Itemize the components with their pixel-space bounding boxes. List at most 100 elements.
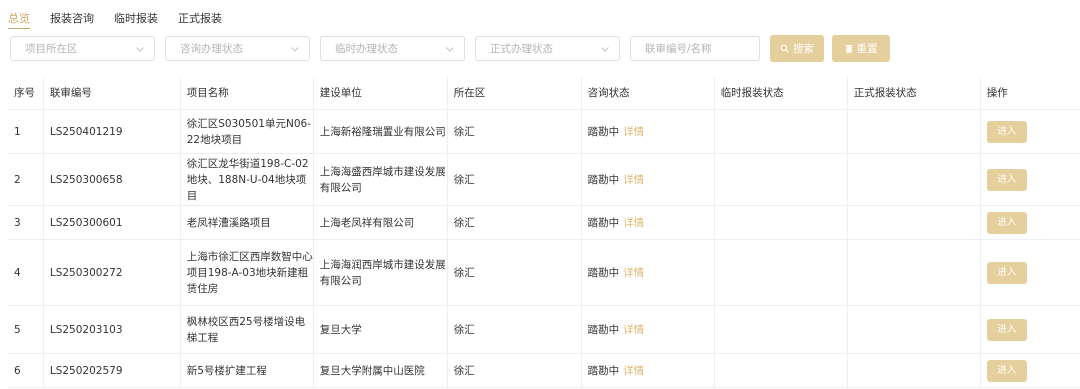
table-row: 4 LS250300272 上海市徐汇区西岸数智中心项目198-A-03地块新建… <box>8 240 1080 306</box>
row-no: 2 <box>14 173 21 186</box>
row-action: 进入 <box>979 240 1080 305</box>
temp-status-placeholder: 临时办理状态 <box>335 43 398 55</box>
header-formal-status: 正式报装状态 <box>846 77 980 109</box>
row-unit: 上海海润西岸城市建设发展有限公司 <box>312 240 447 305</box>
header-temp-status: 临时报装状态 <box>713 77 847 109</box>
header-unit: 建设单位 <box>312 77 447 109</box>
row-formal-status <box>846 154 980 205</box>
row-no: 1 <box>14 125 21 138</box>
row-formal-status <box>846 240 980 305</box>
row-code: LS250401219 <box>42 110 180 153</box>
chevron-down-icon <box>136 47 144 52</box>
row-consult-status: 踏勘中 详情 <box>580 154 714 205</box>
detail-link[interactable]: 详情 <box>623 322 644 338</box>
row-project-name: 枫林校区西25号楼增设电梯工程 <box>179 306 313 353</box>
row-formal-status <box>846 110 980 153</box>
enter-button[interactable]: 进入 <box>986 120 1027 143</box>
row-temp-status <box>713 240 847 305</box>
reset-button[interactable]: 重置 <box>832 35 890 62</box>
header-district: 所在区 <box>446 77 581 109</box>
tab-formal[interactable]: 正式报装 <box>178 12 222 29</box>
row-consult-status: 踏勘中 详情 <box>580 306 714 353</box>
temp-status-select[interactable]: 临时办理状态 <box>320 36 465 61</box>
table-row: 6 LS250202579 新5号楼扩建工程 复旦大学附属中山医院 徐汇 踏勘中… <box>8 354 1080 388</box>
row-district: 徐汇 <box>446 154 581 205</box>
row-consult-status: 踏勘中 详情 <box>580 110 714 153</box>
table-row: 5 LS250203103 枫林校区西25号楼增设电梯工程 复旦大学 徐汇 踏勘… <box>8 306 1080 354</box>
detail-link[interactable]: 详情 <box>623 124 644 140</box>
enter-button[interactable]: 进入 <box>986 261 1027 284</box>
search-input[interactable]: 联审编号/名称 <box>630 36 760 61</box>
row-district: 徐汇 <box>446 240 581 305</box>
detail-link[interactable]: 详情 <box>623 363 644 379</box>
chevron-down-icon <box>291 47 299 52</box>
row-temp-status <box>713 206 847 239</box>
row-no: 3 <box>14 216 21 229</box>
consult-status-text: 踏勘中 <box>587 323 620 336</box>
row-consult-status: 踏勘中 详情 <box>580 240 714 305</box>
row-no: 4 <box>14 266 21 279</box>
formal-status-select[interactable]: 正式办理状态 <box>475 36 620 61</box>
table-row: 2 LS250300658 徐汇区龙华街道198-C-02地块、188N-U-0… <box>8 154 1080 206</box>
search-input-placeholder: 联审编号/名称 <box>645 43 712 55</box>
detail-link[interactable]: 详情 <box>623 172 644 188</box>
search-button[interactable]: 搜索 <box>770 35 824 62</box>
consult-status-placeholder: 咨询办理状态 <box>180 43 243 55</box>
enter-button[interactable]: 进入 <box>986 318 1027 341</box>
district-select[interactable]: 项目所在区 <box>10 36 155 61</box>
chevron-down-icon <box>446 47 454 52</box>
table-header: 序号 联审编号 项目名称 建设单位 所在区 咨询状态 临时报装状态 正式报装状态… <box>8 77 1080 110</box>
row-temp-status <box>713 354 847 387</box>
tab-consult[interactable]: 报装咨询 <box>50 12 94 29</box>
enter-button[interactable]: 进入 <box>986 359 1027 382</box>
enter-button[interactable]: 进入 <box>986 168 1027 191</box>
detail-link[interactable]: 详情 <box>623 265 644 281</box>
row-project-name: 徐汇区龙华街道198-C-02地块、188N-U-04地块项目 <box>179 154 313 205</box>
row-code: LS250300272 <box>42 240 180 305</box>
row-project-name: 上海市徐汇区西岸数智中心项目198-A-03地块新建租赁住房 <box>179 240 313 305</box>
row-project-name: 新5号楼扩建工程 <box>179 354 313 387</box>
row-code: LS250203103 <box>42 306 180 353</box>
row-temp-status <box>713 110 847 153</box>
search-icon <box>780 44 789 53</box>
detail-link[interactable]: 详情 <box>623 215 644 231</box>
header-action: 操作 <box>979 77 1080 109</box>
reset-button-label: 重置 <box>856 43 878 55</box>
row-formal-status <box>846 206 980 239</box>
filter-bar: 项目所在区 咨询办理状态 临时办理状态 正式办理状态 联审编号/名称 搜索 重置 <box>10 35 890 62</box>
row-action: 进入 <box>979 154 1080 205</box>
consult-status-text: 踏勘中 <box>587 364 620 377</box>
row-action: 进入 <box>979 306 1080 353</box>
row-action: 进入 <box>979 206 1080 239</box>
header-name: 项目名称 <box>179 77 313 109</box>
row-district: 徐汇 <box>446 306 581 353</box>
row-no: 6 <box>14 364 21 377</box>
consult-status-select[interactable]: 咨询办理状态 <box>165 36 310 61</box>
row-district: 徐汇 <box>446 110 581 153</box>
table-row: 3 LS250300601 老凤祥漕溪路项目 上海老凤祥有限公司 徐汇 踏勘中 … <box>8 206 1080 240</box>
table-row: 1 LS250401219 徐汇区S030501单元N06-22地块项目 上海新… <box>8 110 1080 154</box>
consult-status-text: 踏勘中 <box>587 266 620 279</box>
project-table: 序号 联审编号 项目名称 建设单位 所在区 咨询状态 临时报装状态 正式报装状态… <box>8 77 1080 388</box>
row-formal-status <box>846 354 980 387</box>
row-consult-status: 踏勘中 详情 <box>580 206 714 239</box>
tab-bar: 总览 报装咨询 临时报装 正式报装 <box>8 12 242 29</box>
tab-overview[interactable]: 总览 <box>8 12 30 29</box>
row-code: LS250202579 <box>42 354 180 387</box>
row-district: 徐汇 <box>446 206 581 239</box>
row-project-name: 徐汇区S030501单元N06-22地块项目 <box>179 110 313 153</box>
row-action: 进入 <box>979 354 1080 387</box>
row-action: 进入 <box>979 110 1080 153</box>
district-select-placeholder: 项目所在区 <box>25 43 78 55</box>
row-formal-status <box>846 306 980 353</box>
row-unit: 复旦大学 <box>312 306 447 353</box>
consult-status-text: 踏勘中 <box>587 216 620 229</box>
row-no: 5 <box>14 323 21 336</box>
row-unit: 上海海盛西岸城市建设发展有限公司 <box>312 154 447 205</box>
row-code: LS250300601 <box>42 206 180 239</box>
enter-button[interactable]: 进入 <box>986 211 1027 234</box>
header-no: 序号 <box>14 87 35 99</box>
tab-temporary[interactable]: 临时报装 <box>114 12 158 29</box>
formal-status-placeholder: 正式办理状态 <box>490 43 553 55</box>
row-unit: 复旦大学附属中山医院 <box>312 354 447 387</box>
